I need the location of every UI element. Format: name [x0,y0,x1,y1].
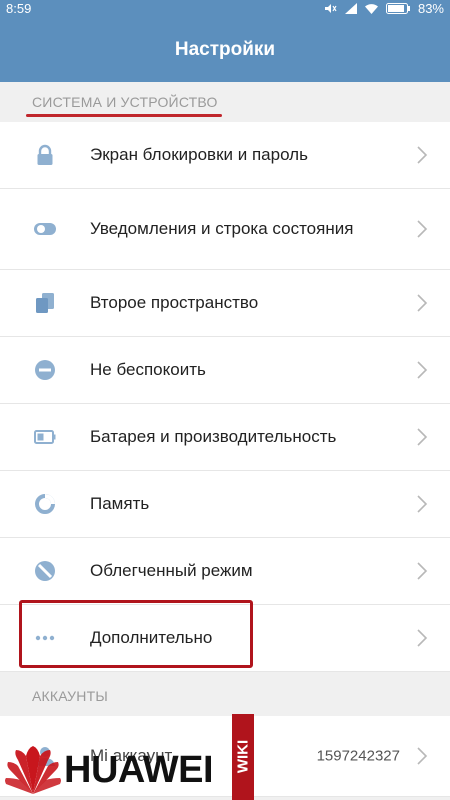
app-bar: Настройки [0,18,450,82]
battery-percent: 83% [417,1,444,16]
battery-icon [34,430,56,444]
settings-item-lock-screen[interactable]: Экран блокировки и пароль [0,122,450,189]
storage-icon [35,494,55,514]
account-id-value: 1597242327 [316,747,400,765]
watermark-tag: WIKI [234,739,252,774]
settings-item-lite-mode[interactable]: Облегченный режим [0,538,450,605]
page-title: Настройки [174,39,276,60]
status-time: 8:59 [6,1,32,16]
status-icons: 83% [324,1,444,16]
chevron-right-icon [417,146,428,164]
section-header-accounts: АККАУНТЫ [0,676,450,716]
volume-mute-icon [324,4,337,13]
status-bar: 8:59 83% [0,0,450,18]
chevron-right-icon [417,747,428,765]
chevron-right-icon [417,562,428,580]
settings-item-label: Память [90,494,150,513]
highlight-box [19,600,253,668]
watermark-wiki-tag: WIKI [232,714,254,800]
settings-item-label: Не беспокоить [90,360,206,379]
section-title-system: СИСТЕМА И УСТРОЙСТВО [32,94,218,110]
settings-item-label: Батарея и производительность [90,427,337,446]
settings-item-second-space[interactable]: Второе пространство [0,270,450,337]
wifi-icon [364,4,378,14]
huawei-logo-icon [5,746,61,794]
watermark-brand: HUAWEI [64,749,214,791]
chevron-right-icon [417,361,428,379]
settings-item-storage[interactable]: Память [0,471,450,538]
system-settings-list: Экран блокировки и пароль Уведомления и … [0,122,450,672]
chevron-right-icon [417,428,428,446]
chevron-right-icon [417,294,428,312]
signal-icon [344,3,357,14]
lock-icon [37,144,53,165]
chevron-right-icon [417,629,428,647]
lite-mode-icon [35,561,55,581]
settings-item-battery[interactable]: Батарея и производительность [0,404,450,471]
settings-item-label: Второе пространство [90,293,259,312]
section-title-accounts: АККАУНТЫ [32,688,108,704]
chevron-right-icon [417,220,428,238]
highlight-underline [26,114,222,117]
settings-item-notifications[interactable]: Уведомления и строка состояния [0,189,450,270]
battery-status-icon [385,3,410,14]
settings-item-do-not-disturb[interactable]: Не беспокоить [0,337,450,404]
settings-item-label: Экран блокировки и пароль [90,145,308,164]
do-not-disturb-icon [35,360,55,380]
toggle-icon [34,223,56,235]
chevron-right-icon [417,495,428,513]
settings-item-label: Уведомления и строка состояния [90,219,354,238]
settings-item-label: Облегченный режим [90,561,253,580]
second-space-icon [36,293,54,313]
